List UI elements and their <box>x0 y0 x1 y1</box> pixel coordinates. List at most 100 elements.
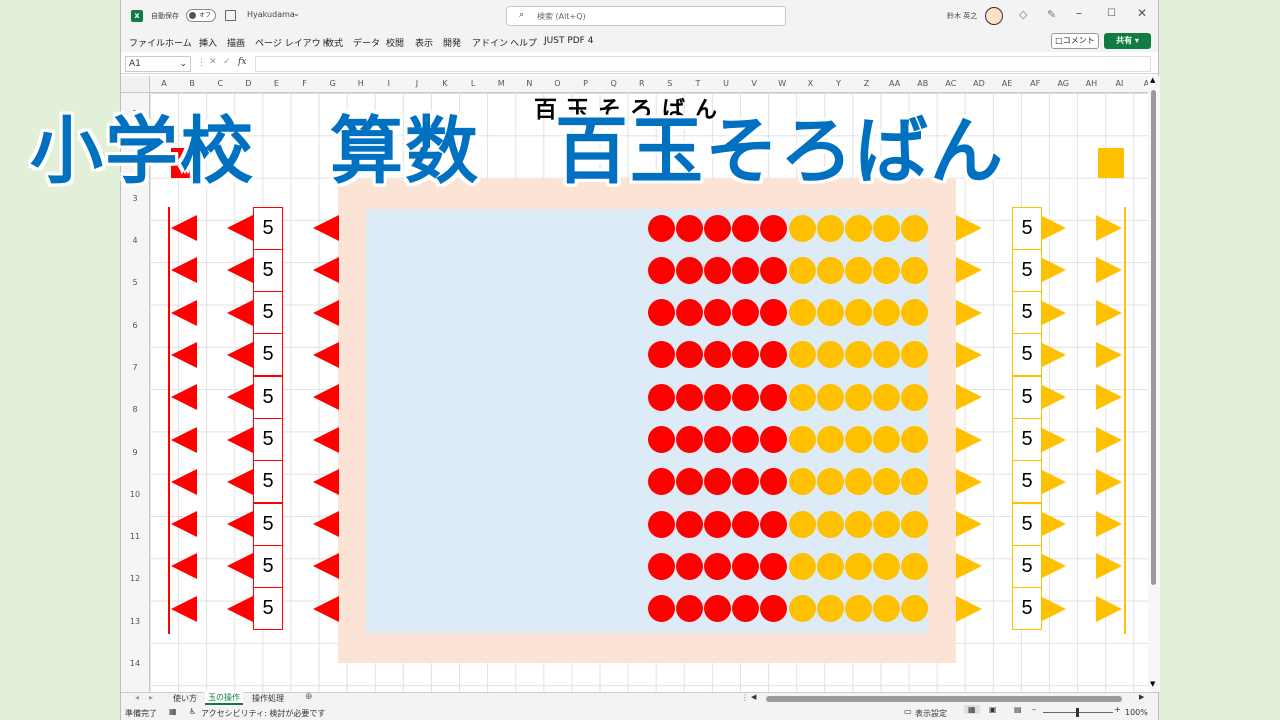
row-header[interactable]: 5 <box>121 278 149 287</box>
move-left-arrow[interactable] <box>171 384 197 411</box>
column-header[interactable]: B <box>178 79 206 88</box>
red-bead[interactable] <box>676 383 704 411</box>
column-header[interactable]: Y <box>824 79 852 88</box>
tab-next-icon[interactable]: ▸ <box>149 693 153 702</box>
yellow-bead[interactable] <box>901 256 929 284</box>
move-right-arrow[interactable] <box>956 595 982 622</box>
move-right-arrow[interactable] <box>1096 511 1122 538</box>
column-header[interactable]: AD <box>965 79 993 88</box>
minimize-icon[interactable]: – <box>1076 6 1082 20</box>
yellow-bead[interactable] <box>901 383 929 411</box>
yellow-bead[interactable] <box>845 256 873 284</box>
row-header[interactable]: 10 <box>121 490 149 499</box>
yellow-bead[interactable] <box>873 552 901 580</box>
move-left-arrow[interactable] <box>171 341 197 368</box>
move-left-arrow[interactable] <box>171 299 197 326</box>
column-header[interactable]: I <box>375 79 403 88</box>
normal-view-icon[interactable]: ▦ <box>964 705 980 714</box>
move-left-arrow[interactable] <box>227 384 253 411</box>
page-layout-view-icon[interactable]: ▣ <box>989 705 997 714</box>
menu-file[interactable]: ファイル <box>129 36 165 49</box>
fx-icon[interactable]: fx <box>238 57 246 67</box>
hscroll-left-icon[interactable]: ◀ <box>751 693 756 701</box>
move-left-arrow[interactable] <box>171 595 197 622</box>
move-left-arrow[interactable] <box>227 553 253 580</box>
chevron-down-icon[interactable]: ⌄ <box>293 9 300 18</box>
move-right-arrow[interactable] <box>1096 257 1122 284</box>
row-header[interactable]: 9 <box>121 448 149 457</box>
red-bead[interactable] <box>676 256 704 284</box>
move-right-arrow[interactable] <box>1096 341 1122 368</box>
column-header[interactable]: C <box>206 79 234 88</box>
row-header[interactable]: 6 <box>121 321 149 330</box>
move-right-arrow[interactable] <box>1096 468 1122 495</box>
move-left-arrow[interactable] <box>171 257 197 284</box>
yellow-bead[interactable] <box>817 299 845 327</box>
row-header[interactable]: 4 <box>121 236 149 245</box>
yellow-bead[interactable] <box>845 426 873 453</box>
red-bead[interactable] <box>704 426 732 453</box>
red-bead[interactable] <box>704 552 732 580</box>
move-right-arrow[interactable] <box>1040 257 1066 284</box>
accessibility-status[interactable]: アクセシビリティ: 検討が必要です <box>201 708 325 719</box>
yellow-bead[interactable] <box>817 510 845 538</box>
column-header[interactable]: T <box>684 79 712 88</box>
move-right-arrow[interactable] <box>956 511 982 538</box>
yellow-bead[interactable] <box>873 214 901 242</box>
move-right-arrow[interactable] <box>1040 468 1066 495</box>
move-left-arrow[interactable] <box>227 215 253 241</box>
column-header[interactable]: H <box>347 79 375 88</box>
row-header[interactable]: 13 <box>121 617 149 626</box>
menu-home[interactable]: ホーム <box>165 36 192 49</box>
move-left-arrow[interactable] <box>313 215 339 241</box>
yellow-bead[interactable] <box>789 510 816 538</box>
column-header[interactable]: R <box>628 79 656 88</box>
splitter-icon[interactable]: ⋮ <box>741 693 749 702</box>
yellow-bead[interactable] <box>817 426 845 453</box>
share-button[interactable]: 共有 ▾ <box>1104 33 1151 49</box>
move-left-arrow[interactable] <box>171 426 197 453</box>
red-bead[interactable] <box>760 256 788 284</box>
move-left-arrow[interactable] <box>313 257 339 284</box>
red-bead[interactable] <box>648 383 675 411</box>
red-bead[interactable] <box>732 256 760 284</box>
yellow-bead[interactable] <box>845 383 873 411</box>
column-header[interactable]: G <box>319 79 347 88</box>
yellow-bead[interactable] <box>789 383 816 411</box>
column-header[interactable]: AH <box>1077 79 1105 88</box>
red-bead[interactable] <box>732 214 760 242</box>
column-header[interactable]: P <box>572 79 600 88</box>
yellow-bead[interactable] <box>789 256 816 284</box>
red-bead[interactable] <box>648 552 675 580</box>
move-right-arrow[interactable] <box>956 426 982 453</box>
move-right-arrow[interactable] <box>1040 215 1066 241</box>
maximize-icon[interactable]: ☐ <box>1107 8 1116 19</box>
red-bead[interactable] <box>648 256 675 284</box>
hscroll-thumb[interactable] <box>766 696 1122 702</box>
column-header[interactable]: S <box>656 79 684 88</box>
column-header[interactable]: N <box>515 79 543 88</box>
yellow-bead[interactable] <box>873 256 901 284</box>
move-right-arrow[interactable] <box>956 215 982 241</box>
move-right-arrow[interactable] <box>1096 299 1122 326</box>
move-left-arrow[interactable] <box>313 511 339 538</box>
yellow-bead[interactable] <box>901 510 929 538</box>
menu-data[interactable]: データ <box>353 36 380 49</box>
move-right-arrow[interactable] <box>956 341 982 368</box>
red-bead[interactable] <box>732 510 760 538</box>
red-bead[interactable] <box>676 426 704 453</box>
move-right-arrow[interactable] <box>1040 426 1066 453</box>
red-bead[interactable] <box>676 510 704 538</box>
red-bead[interactable] <box>704 256 732 284</box>
column-header[interactable]: AC <box>937 79 965 88</box>
column-header[interactable]: J <box>403 79 431 88</box>
row-header[interactable]: 8 <box>121 405 149 414</box>
move-left-arrow[interactable] <box>227 299 253 326</box>
column-header[interactable]: AF <box>1021 79 1049 88</box>
red-bead[interactable] <box>760 510 788 538</box>
red-bead[interactable] <box>760 214 788 242</box>
row-header[interactable]: 11 <box>121 532 149 541</box>
move-left-arrow[interactable] <box>313 341 339 368</box>
move-right-arrow[interactable] <box>956 553 982 580</box>
row-header[interactable]: 3 <box>121 194 149 203</box>
